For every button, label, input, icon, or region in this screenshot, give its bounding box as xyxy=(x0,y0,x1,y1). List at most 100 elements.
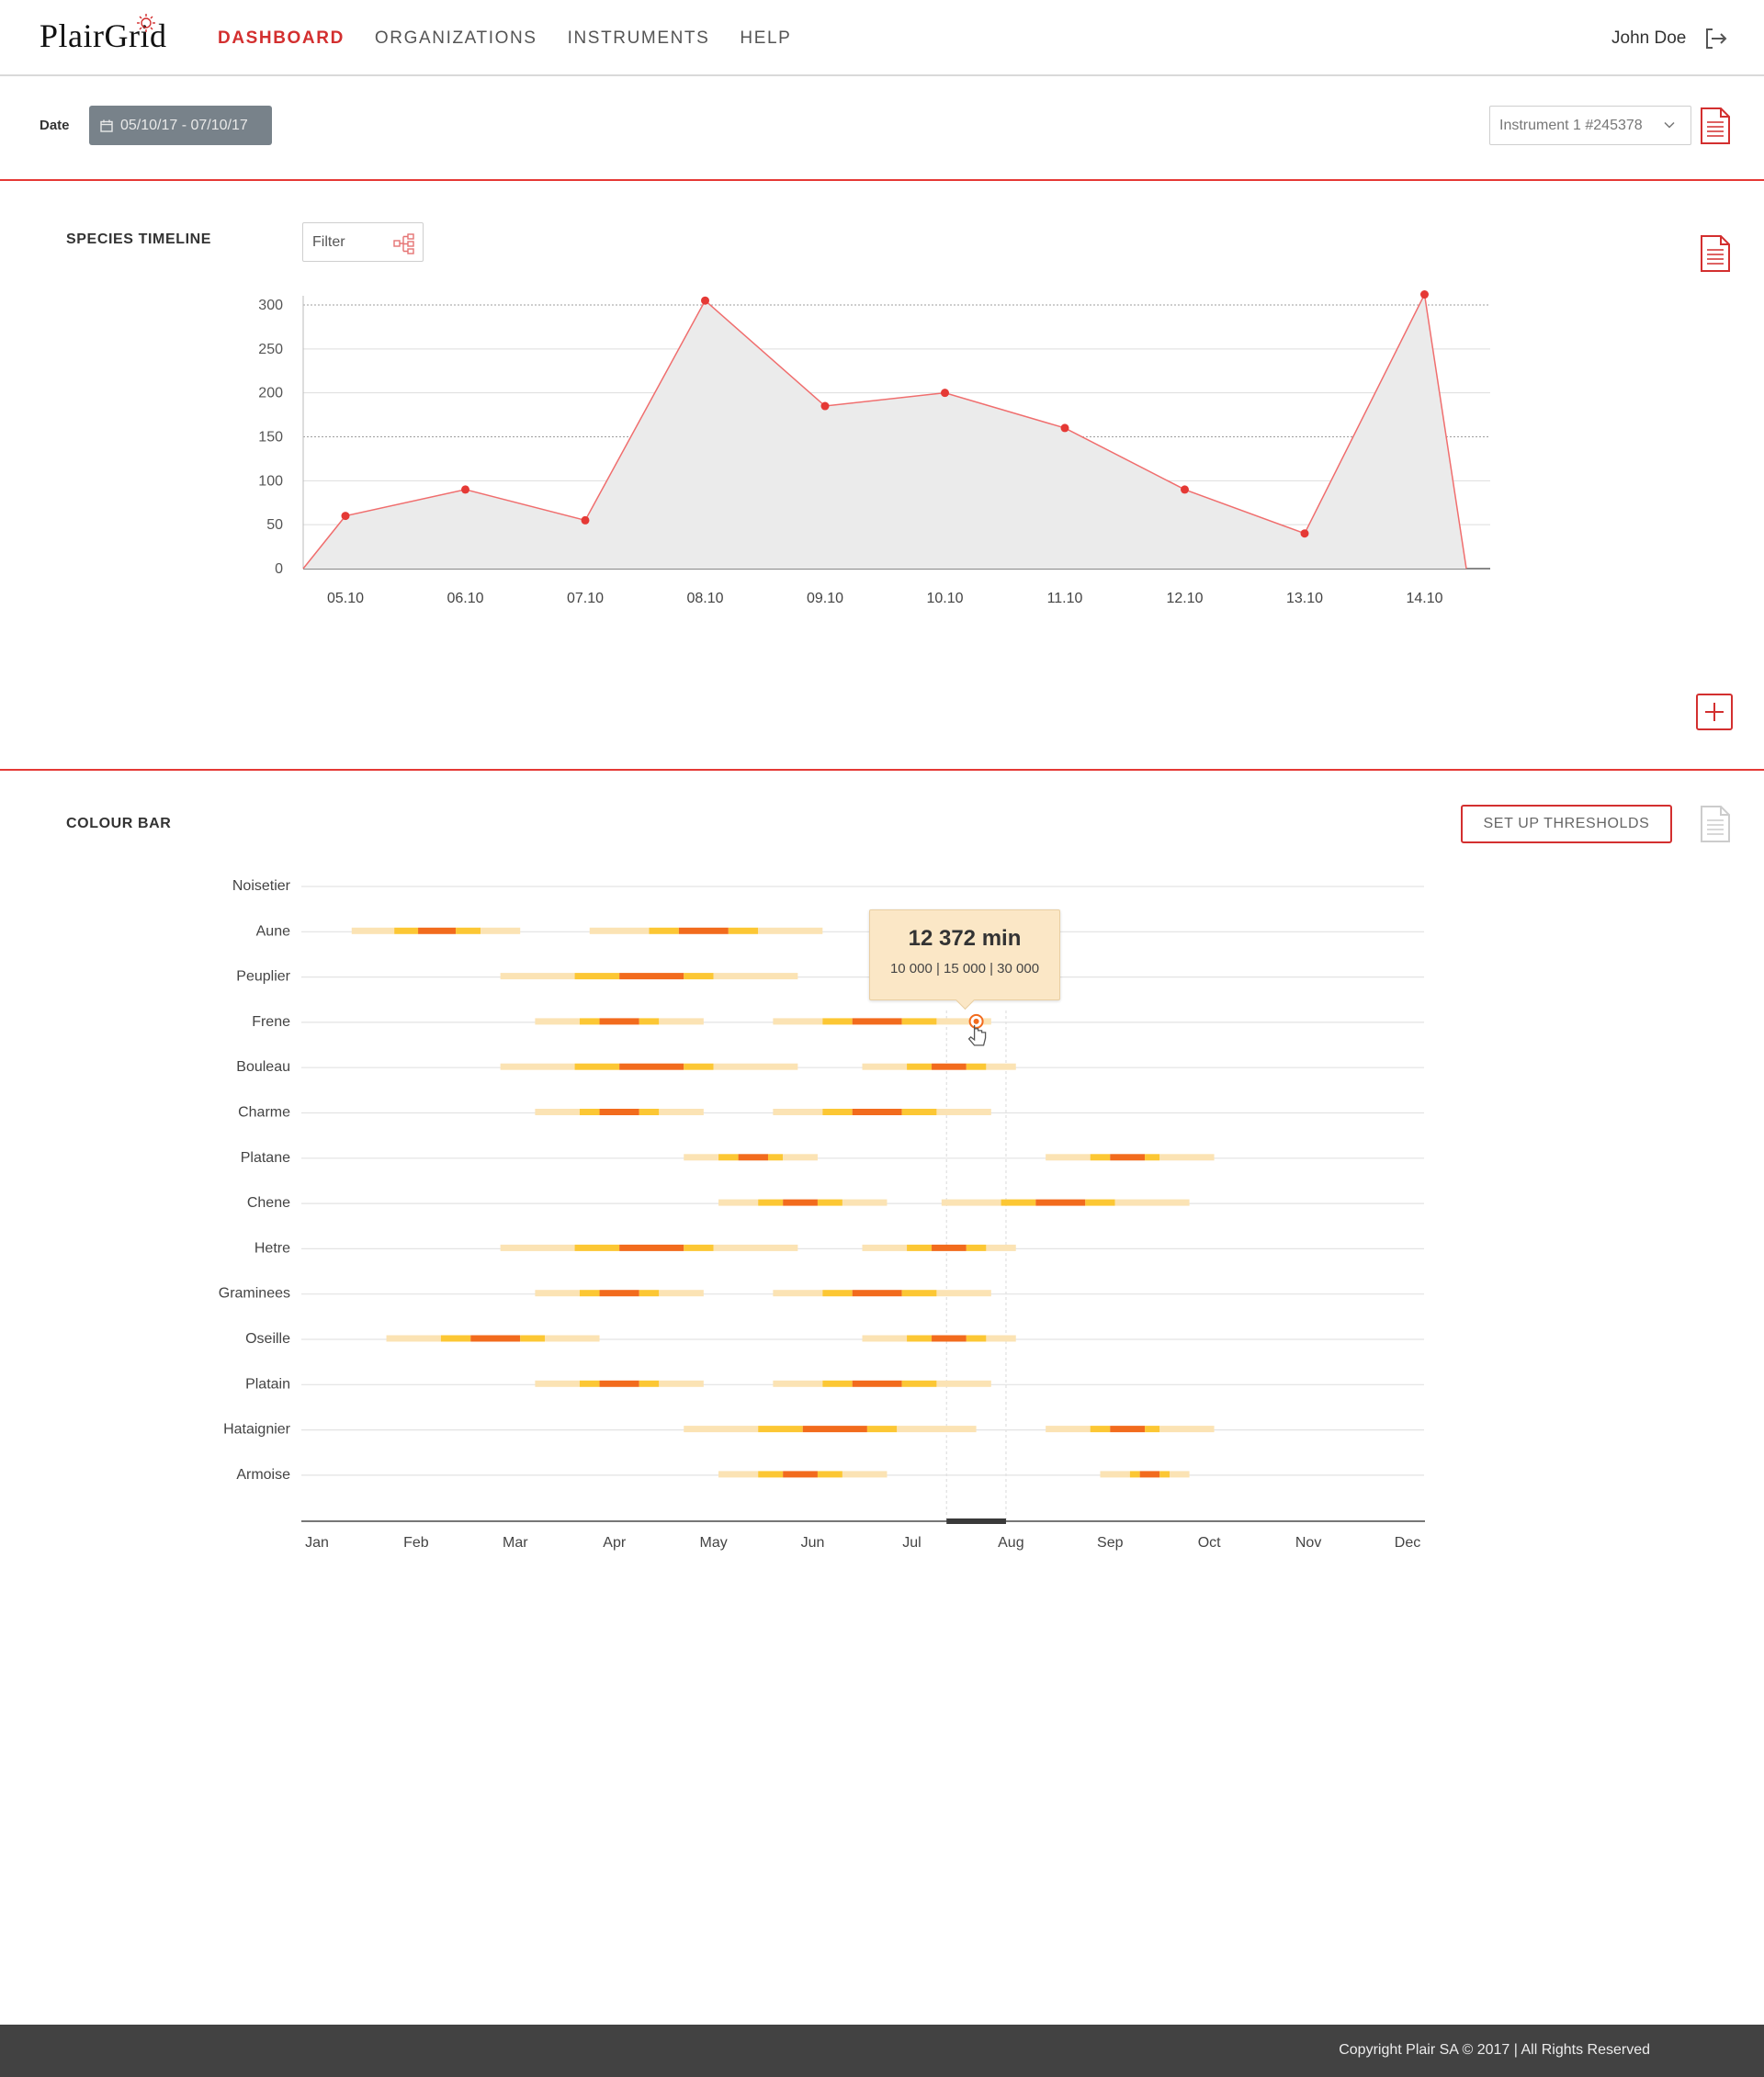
colour-segment xyxy=(966,1063,987,1070)
colour-segment xyxy=(767,1154,784,1161)
colour-segment xyxy=(936,1290,991,1297)
colour-segment xyxy=(862,1063,908,1070)
colour-segment xyxy=(728,927,759,934)
species-label: Chene xyxy=(247,1195,290,1211)
colour-segment xyxy=(684,1244,714,1251)
colour-segment xyxy=(639,1109,660,1115)
colour-segment xyxy=(822,1380,853,1387)
species-label: Charme xyxy=(238,1105,290,1121)
colour-segment xyxy=(1159,1471,1170,1478)
colour-segment xyxy=(579,1018,600,1025)
colour-segment xyxy=(684,1154,719,1161)
tooltip-unit: min xyxy=(981,926,1022,951)
colour-segment xyxy=(852,1018,902,1025)
colour-segment xyxy=(862,1244,908,1251)
colour-segment xyxy=(1085,1199,1115,1206)
colour-segment xyxy=(599,1018,639,1025)
colour-segment xyxy=(500,973,575,980)
colour-segment xyxy=(822,1018,853,1025)
colour-segment xyxy=(684,973,714,980)
colour-segment xyxy=(599,1290,639,1297)
colour-segment xyxy=(599,1109,639,1115)
colour-segment xyxy=(817,1199,842,1206)
species-label: Platane xyxy=(241,1150,290,1166)
month-label: Sep xyxy=(1097,1535,1124,1551)
colour-segment xyxy=(758,1471,784,1478)
colour-segment xyxy=(802,1426,867,1433)
colour-segment xyxy=(852,1109,902,1115)
colour-segment xyxy=(440,1335,471,1342)
colour-segment xyxy=(932,1335,967,1342)
species-label: Aune xyxy=(256,923,290,939)
month-label: Jun xyxy=(801,1535,825,1551)
colour-segment xyxy=(1046,1426,1091,1433)
species-label: Hetre xyxy=(254,1240,290,1256)
species-label: Graminees xyxy=(219,1286,290,1302)
colour-segment xyxy=(659,1290,704,1297)
footer: Copyright Plair SA © 2017 | All Rights R… xyxy=(0,2025,1764,2077)
colour-segment xyxy=(535,1109,580,1115)
colour-segment xyxy=(897,1426,977,1433)
colour-segment xyxy=(1159,1426,1215,1433)
colour-segment xyxy=(901,1109,937,1115)
colour-segment xyxy=(901,1380,937,1387)
colour-segment xyxy=(1159,1154,1215,1161)
colour-segment xyxy=(936,1109,991,1115)
colour-segment xyxy=(386,1335,441,1342)
colour-segment xyxy=(579,1290,600,1297)
colour-segment xyxy=(619,1244,684,1251)
colour-segment xyxy=(599,1380,639,1387)
colour-segment xyxy=(456,927,481,934)
colour-segment xyxy=(394,927,419,934)
colour-segment xyxy=(1090,1154,1111,1161)
species-label: Noisetier xyxy=(232,878,291,894)
colour-segment xyxy=(966,1244,987,1251)
month-label: Mar xyxy=(503,1535,528,1551)
colour-segment xyxy=(639,1380,660,1387)
month-label: Feb xyxy=(403,1535,429,1551)
colour-segment xyxy=(574,1244,620,1251)
tooltip-number: 12 372 xyxy=(908,926,977,951)
colour-segment xyxy=(574,973,620,980)
species-label: Armoise xyxy=(236,1467,290,1483)
colour-segment xyxy=(842,1471,888,1478)
colour-segment xyxy=(822,1109,853,1115)
colour-segment xyxy=(520,1335,546,1342)
month-label: May xyxy=(700,1535,728,1551)
colour-segment xyxy=(574,1063,620,1070)
colour-bar-chart: Noisetier Aune Peuplier Frene Bouleau Charme P… xyxy=(219,878,1425,1551)
month-label: Apr xyxy=(603,1535,627,1551)
month-label: Oct xyxy=(1198,1535,1221,1551)
highlight-range-marker xyxy=(946,1518,1006,1524)
month-label: Nov xyxy=(1295,1535,1321,1551)
colour-segment xyxy=(773,1380,823,1387)
colour-segment xyxy=(718,1199,759,1206)
colour-segment xyxy=(1001,1199,1036,1206)
colour-segment xyxy=(684,1426,759,1433)
colour-segment xyxy=(545,1335,600,1342)
colour-segment xyxy=(901,1290,937,1297)
colour-segment xyxy=(966,1335,987,1342)
colour-segment xyxy=(579,1380,600,1387)
colour-segment xyxy=(713,1244,798,1251)
selected-point-center xyxy=(973,1018,979,1024)
colour-segment xyxy=(986,1244,1016,1251)
tooltip-value: 12 372 min xyxy=(870,926,1059,952)
colour-segment xyxy=(773,1018,823,1025)
colour-segment xyxy=(817,1471,842,1478)
colour-segment xyxy=(773,1290,823,1297)
colour-segment xyxy=(1100,1471,1130,1478)
colour-segment xyxy=(659,1380,704,1387)
colour-segment xyxy=(639,1018,660,1025)
species-label: Hataignier xyxy=(223,1422,291,1438)
colour-segment xyxy=(659,1109,704,1115)
species-label: Peuplier xyxy=(236,969,290,985)
colour-segment xyxy=(535,1290,580,1297)
species-label: Frene xyxy=(252,1014,290,1030)
colour-segment xyxy=(986,1063,1016,1070)
colour-segment xyxy=(852,1290,902,1297)
colour-segment xyxy=(589,927,650,934)
value-tooltip: 12 372 min 10 000 | 15 000 | 30 000 xyxy=(869,909,1060,1000)
colour-segment xyxy=(1170,1471,1190,1478)
colour-segment xyxy=(619,973,684,980)
